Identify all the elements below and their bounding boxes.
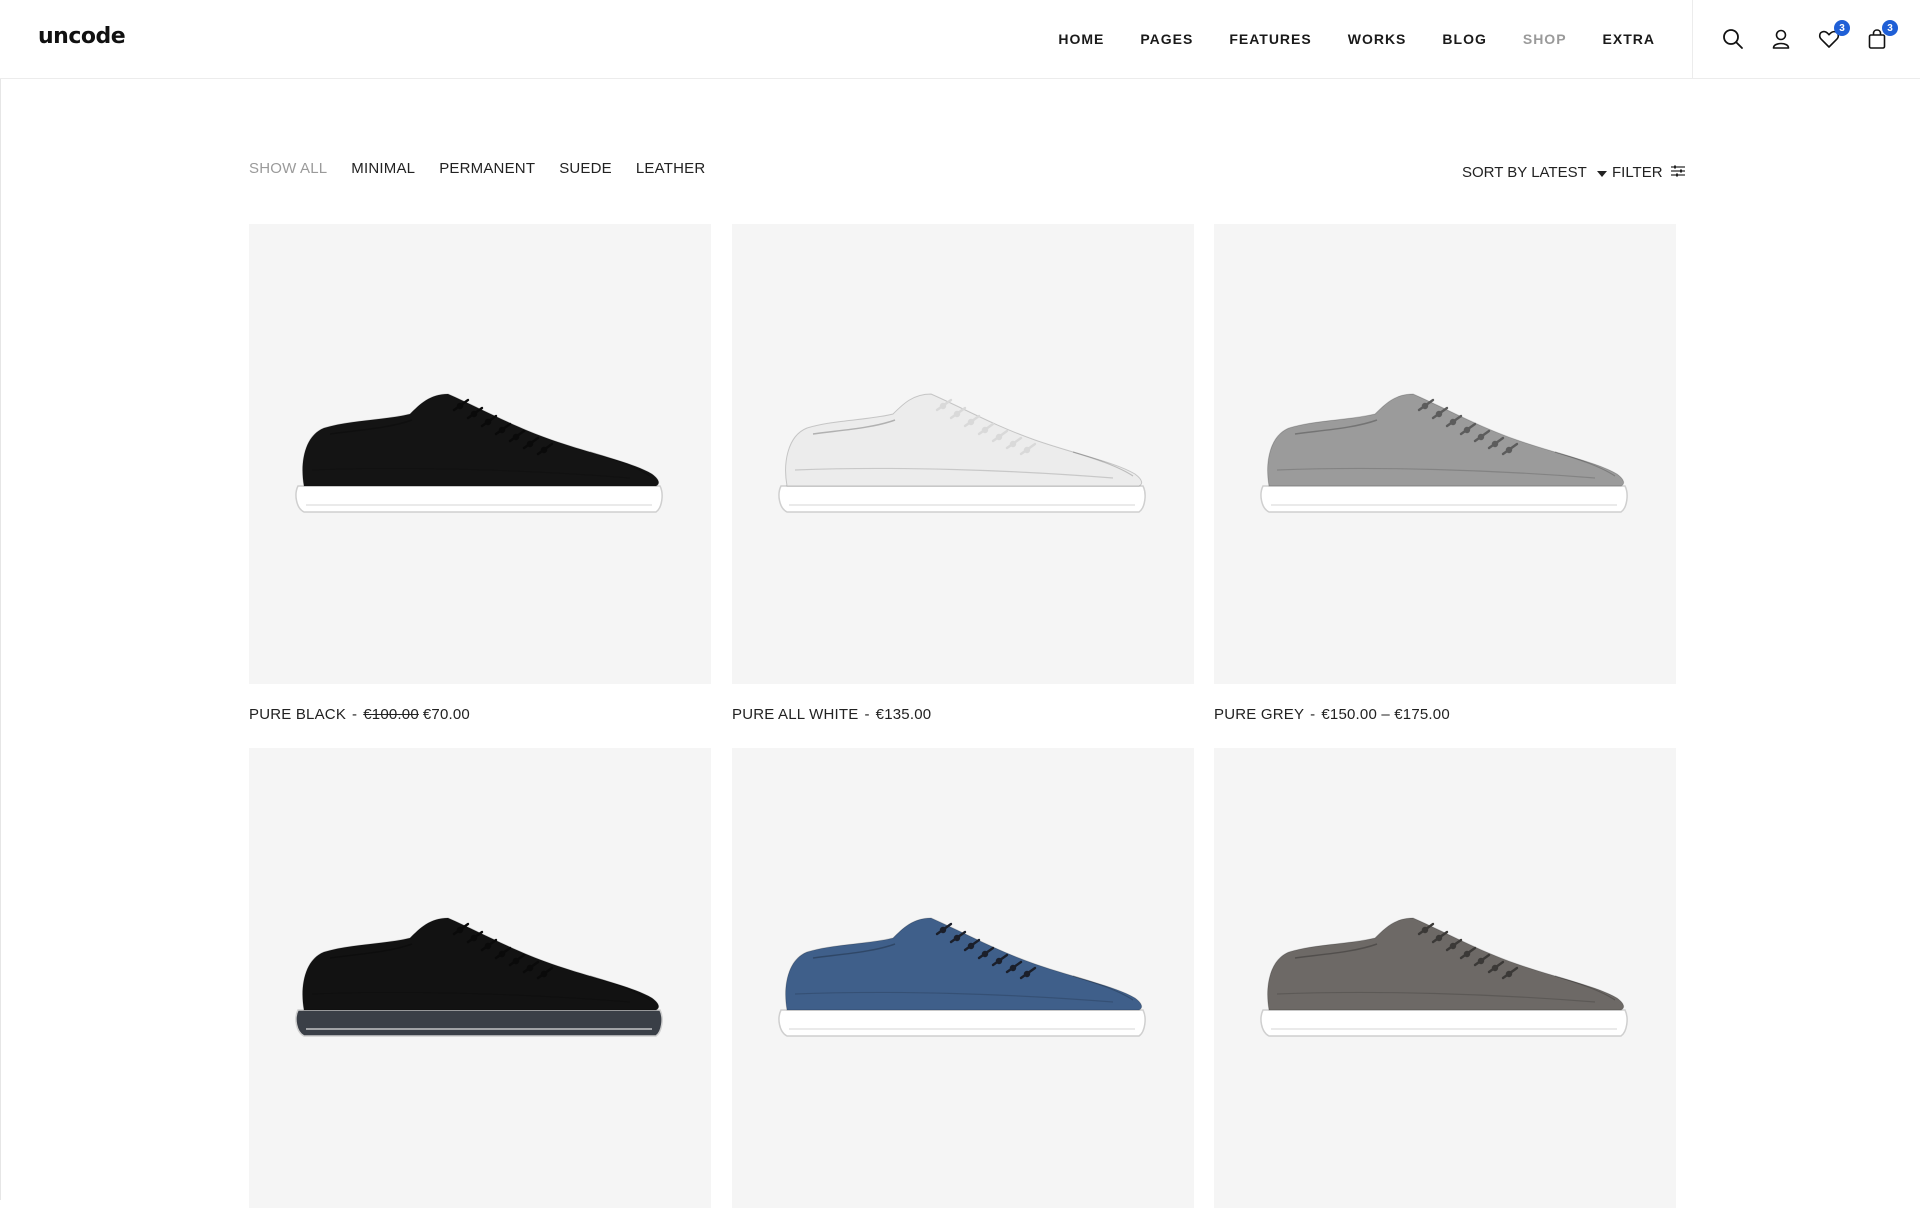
- filter-label: FILTER: [1612, 164, 1663, 181]
- sliders-icon: [1670, 164, 1685, 181]
- filter-show-all[interactable]: SHOW ALL: [249, 160, 327, 177]
- product-price: €135.00: [875, 706, 932, 723]
- site-header: uncode HOME PAGES FEATURES WORKS BLOG SH…: [0, 0, 1920, 79]
- product-image[interactable]: [1214, 224, 1676, 684]
- product-card[interactable]: PURE GREY - €150.00 – €175.00: [1214, 224, 1676, 723]
- filter-button[interactable]: FILTER: [1612, 164, 1685, 181]
- header-icons: 3 3: [1722, 0, 1898, 78]
- search-icon[interactable]: [1722, 28, 1744, 50]
- product-card[interactable]: [732, 748, 1194, 1208]
- sneaker-image: [778, 393, 1146, 513]
- product-name[interactable]: PURE ALL WHITE: [732, 706, 858, 723]
- product-caption: PURE GREY - €150.00 – €175.00: [1214, 706, 1676, 723]
- header-divider: [1692, 0, 1693, 78]
- product-image[interactable]: [732, 748, 1194, 1208]
- product-price: €70.00: [422, 706, 470, 723]
- product-caption: PURE ALL WHITE - €135.00: [732, 706, 1194, 723]
- product-image[interactable]: [1214, 748, 1676, 1208]
- nav-shop[interactable]: SHOP: [1523, 31, 1567, 47]
- sneaker-sole: [295, 485, 663, 513]
- caption-separator: -: [352, 706, 358, 723]
- cart-count-badge: 3: [1882, 20, 1898, 36]
- sneaker-image: [1260, 393, 1628, 513]
- product-name[interactable]: PURE GREY: [1214, 706, 1304, 723]
- nav-pages[interactable]: PAGES: [1140, 31, 1193, 47]
- product-old-price: €100.00: [363, 706, 419, 723]
- caret-down-icon: [1596, 164, 1607, 181]
- heart-icon[interactable]: 3: [1818, 20, 1850, 50]
- caption-separator: -: [864, 706, 870, 723]
- product-card[interactable]: [249, 748, 711, 1208]
- sort-label: SORT BY LATEST: [1462, 164, 1587, 181]
- nav-extra[interactable]: EXTRA: [1603, 31, 1655, 47]
- logo[interactable]: uncode: [38, 24, 126, 49]
- product-caption: PURE BLACK - €100.00 €70.00: [249, 706, 711, 723]
- nav-home[interactable]: HOME: [1058, 31, 1104, 47]
- user-icon[interactable]: [1770, 28, 1792, 50]
- product-card[interactable]: PURE BLACK - €100.00 €70.00: [249, 224, 711, 723]
- filter-leather[interactable]: LEATHER: [636, 160, 705, 177]
- bag-icon[interactable]: 3: [1866, 20, 1898, 50]
- sneaker-sole: [1260, 485, 1628, 513]
- category-filter-bar: SHOW ALL MINIMAL PERMANENT SUEDE LEATHER: [249, 160, 705, 177]
- product-card[interactable]: [1214, 748, 1676, 1208]
- nav-blog[interactable]: BLOG: [1442, 31, 1486, 47]
- wishlist-count-badge: 3: [1834, 20, 1850, 36]
- caption-separator: -: [1310, 706, 1316, 723]
- filter-suede[interactable]: SUEDE: [559, 160, 612, 177]
- nav-features[interactable]: FEATURES: [1229, 31, 1311, 47]
- product-image[interactable]: [249, 748, 711, 1208]
- sneaker-sole: [778, 1009, 1146, 1037]
- sneaker-image: [295, 917, 663, 1037]
- sneaker-image: [1260, 917, 1628, 1037]
- page-left-edge: [0, 0, 1, 1200]
- sneaker-sole: [295, 1009, 663, 1037]
- product-image[interactable]: [249, 224, 711, 684]
- sneaker-sole: [778, 485, 1146, 513]
- filter-minimal[interactable]: MINIMAL: [351, 160, 415, 177]
- product-price: €150.00 – €175.00: [1321, 706, 1450, 723]
- sneaker-sole: [1260, 1009, 1628, 1037]
- main-nav: HOME PAGES FEATURES WORKS BLOG SHOP EXTR…: [1058, 0, 1655, 78]
- product-name[interactable]: PURE BLACK: [249, 706, 346, 723]
- product-card[interactable]: PURE ALL WHITE - €135.00: [732, 224, 1194, 723]
- sneaker-image: [778, 917, 1146, 1037]
- sort-dropdown[interactable]: SORT BY LATEST: [1462, 164, 1607, 181]
- product-image[interactable]: [732, 224, 1194, 684]
- filter-permanent[interactable]: PERMANENT: [439, 160, 535, 177]
- nav-works[interactable]: WORKS: [1348, 31, 1407, 47]
- sneaker-image: [295, 393, 663, 513]
